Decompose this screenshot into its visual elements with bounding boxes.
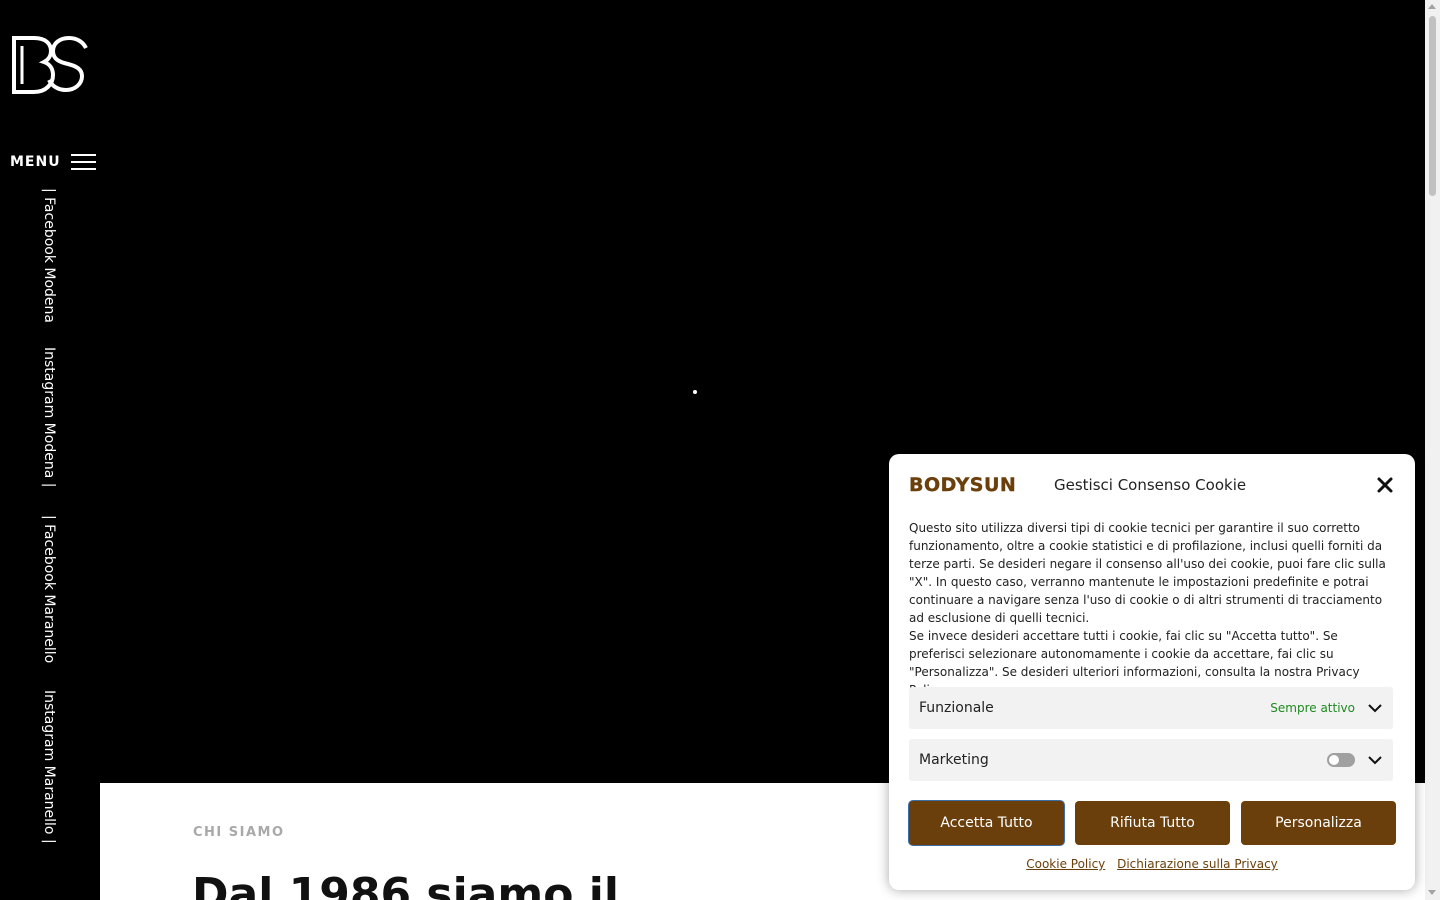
- cookie-paragraph-1: Questo sito utilizza diversi tipi di coo…: [909, 521, 1386, 625]
- sidebar: MENU | Facebook Modena Instagram Modena …: [0, 0, 100, 900]
- scrollbar[interactable]: [1425, 0, 1440, 900]
- scroll-down-icon[interactable]: [1428, 890, 1436, 895]
- category-name: Funzionale: [919, 700, 994, 716]
- social-link-instagram-modena[interactable]: Instagram Modena |: [41, 347, 57, 487]
- customize-button[interactable]: Personalizza: [1241, 801, 1396, 845]
- menu-label: MENU: [10, 154, 61, 170]
- category-marketing[interactable]: Marketing: [909, 739, 1393, 781]
- social-link-instagram-maranello[interactable]: Instagram Maranello |: [41, 690, 57, 844]
- chevron-down-icon[interactable]: [1367, 700, 1383, 716]
- social-link-facebook-modena[interactable]: | Facebook Modena: [41, 188, 57, 323]
- category-status: Sempre attivo: [1270, 701, 1355, 715]
- scroll-up-icon[interactable]: [1428, 4, 1436, 9]
- section-headline: Dal 1986 siamo il: [192, 869, 619, 900]
- cookie-links: Cookie Policy Dichiarazione sulla Privac…: [889, 857, 1415, 871]
- cookie-description: Questo sito utilizza diversi tipi di coo…: [909, 519, 1397, 699]
- privacy-statement-link[interactable]: Dichiarazione sulla Privacy: [1117, 857, 1278, 871]
- accept-all-button[interactable]: Accetta Tutto: [909, 801, 1064, 845]
- category-funzionale[interactable]: Funzionale Sempre attivo: [909, 687, 1393, 729]
- section-label: CHI SIAMO: [193, 825, 285, 840]
- marketing-toggle[interactable]: [1327, 753, 1355, 767]
- cookie-dialog-title: Gestisci Consenso Cookie: [1054, 476, 1247, 494]
- chevron-down-icon[interactable]: [1367, 752, 1383, 768]
- cookie-policy-link[interactable]: Cookie Policy: [1026, 857, 1105, 871]
- close-icon[interactable]: [1374, 474, 1396, 496]
- bodysun-logo: BODYSUN: [909, 474, 1017, 496]
- cookie-consent-dialog: BODYSUN Gestisci Consenso Cookie Questo …: [889, 454, 1415, 890]
- reject-all-button[interactable]: Rifiuta Tutto: [1075, 801, 1230, 845]
- bs-logo[interactable]: [10, 35, 90, 94]
- bs-logo-mark: [12, 35, 88, 94]
- scroll-thumb[interactable]: [1429, 16, 1436, 196]
- social-link-facebook-maranello[interactable]: | Facebook Maranello: [41, 515, 57, 663]
- loading-indicator: [693, 390, 697, 394]
- category-name: Marketing: [919, 752, 989, 768]
- hamburger-icon: [70, 153, 96, 171]
- menu-button[interactable]: MENU: [10, 153, 96, 171]
- page: MENU | Facebook Modena Instagram Modena …: [0, 0, 1440, 900]
